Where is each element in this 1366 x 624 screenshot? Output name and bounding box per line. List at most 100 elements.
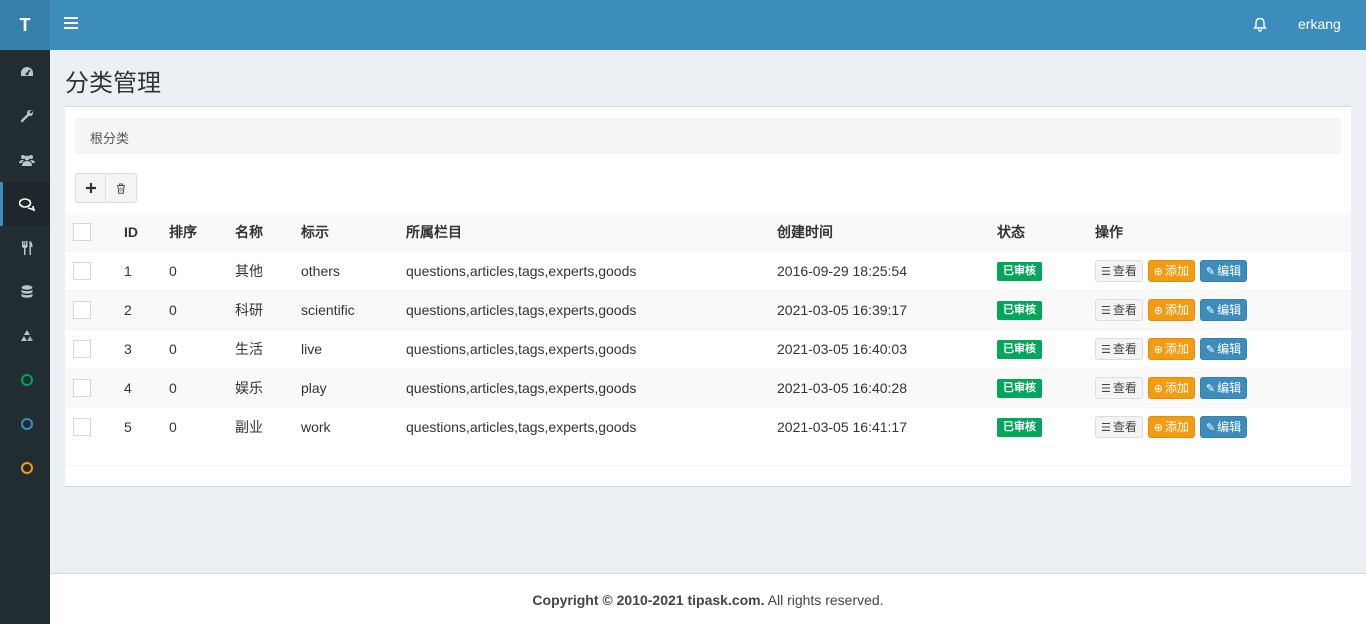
row-status-cell: 已审核	[997, 328, 1095, 368]
header-id: ID	[124, 213, 169, 251]
edit-icon: ✎	[1205, 343, 1216, 356]
view-button[interactable]: ☰ 查看	[1095, 415, 1143, 438]
header-status: 状态	[997, 213, 1095, 251]
top-navbar: erkang	[50, 0, 1366, 50]
view-button[interactable]: ☰ 查看	[1095, 376, 1143, 399]
footer-copyright: Copyright © 2010-2021 tipask.com.	[532, 592, 765, 608]
users-icon	[18, 155, 35, 166]
edit-button[interactable]: ✎ 编辑	[1199, 415, 1248, 438]
wrench-icon	[20, 110, 33, 123]
row-status-cell: 已审核	[997, 406, 1095, 446]
row-actions: ☰ 查看 ⊕ 添加 ✎ 编辑	[1095, 406, 1351, 446]
row-checkbox[interactable]	[73, 417, 91, 436]
select-all-checkbox[interactable]	[73, 222, 91, 241]
list-icon: ☰	[1101, 382, 1111, 395]
sidebar-item-settings[interactable]	[0, 94, 50, 138]
cutlery-icon	[21, 241, 32, 255]
edit-icon: ✎	[1205, 421, 1216, 434]
add-button[interactable]	[75, 173, 106, 203]
sidebar: T	[0, 0, 50, 624]
box-footer	[65, 465, 1351, 466]
row-select-cell	[65, 406, 124, 446]
list-icon: ☰	[1101, 304, 1111, 317]
table-row: 1 0 其他 others questions,articles,tags,ex…	[65, 250, 1351, 290]
add-child-button[interactable]: ⊕ 添加	[1147, 415, 1196, 438]
row-sort: 0	[169, 289, 235, 329]
row-id: 3	[124, 328, 169, 368]
list-icon: ☰	[1101, 343, 1111, 356]
circle-blue-icon	[20, 418, 33, 430]
view-button[interactable]: ☰ 查看	[1095, 298, 1143, 321]
sidebar-item-recycle[interactable]	[0, 314, 50, 358]
add-child-button[interactable]: ⊕ 添加	[1147, 337, 1196, 360]
row-checkbox[interactable]	[73, 339, 91, 358]
row-created: 2021-03-05 16:39:17	[777, 289, 997, 329]
edit-button[interactable]: ✎ 编辑	[1199, 337, 1248, 360]
row-sort: 0	[169, 367, 235, 407]
sidebar-item-comments[interactable]	[0, 182, 50, 226]
view-button[interactable]: ☰ 查看	[1095, 259, 1143, 282]
breadcrumb-root[interactable]: 根分类	[90, 131, 129, 146]
database-icon	[21, 285, 32, 298]
row-checkbox[interactable]	[73, 261, 91, 280]
add-child-button[interactable]: ⊕ 添加	[1147, 259, 1196, 282]
edit-button[interactable]: ✎ 编辑	[1199, 376, 1248, 399]
row-slug: scientific	[301, 289, 406, 329]
row-section: questions,articles,tags,experts,goods	[406, 406, 777, 446]
category-box: 根分类 ID 排序 名称 标示 所属栏目 创建时间 状态 操作 1 0 其他 o…	[65, 106, 1351, 487]
comments-icon	[18, 197, 35, 211]
header-name: 名称	[235, 213, 301, 251]
edit-label: 编辑	[1217, 380, 1242, 395]
row-actions: ☰ 查看 ⊕ 添加 ✎ 编辑	[1095, 289, 1351, 329]
view-label: 查看	[1112, 341, 1137, 356]
list-icon: ☰	[1101, 265, 1111, 278]
sidebar-item-food[interactable]	[0, 226, 50, 270]
sidebar-item-database[interactable]	[0, 270, 50, 314]
row-select-cell	[65, 250, 124, 290]
header-select-all	[65, 213, 124, 251]
row-section: questions,articles,tags,experts,goods	[406, 289, 777, 329]
row-name: 娱乐	[235, 367, 301, 407]
add-label: 添加	[1165, 302, 1190, 317]
plus-icon	[85, 183, 96, 193]
table-header-row: ID 排序 名称 标示 所属栏目 创建时间 状态 操作	[65, 213, 1351, 251]
status-badge: 已审核	[997, 339, 1042, 359]
breadcrumb: 根分类	[75, 118, 1341, 154]
row-sort: 0	[169, 250, 235, 290]
sidebar-item-circle-blue[interactable]	[0, 402, 50, 446]
row-status-cell: 已审核	[997, 289, 1095, 329]
notifications-button[interactable]	[1253, 17, 1267, 35]
bell-icon	[1253, 17, 1267, 32]
sidebar-item-users[interactable]	[0, 138, 50, 182]
row-checkbox[interactable]	[73, 378, 91, 397]
row-created: 2021-03-05 16:40:03	[777, 328, 997, 368]
category-table: ID 排序 名称 标示 所属栏目 创建时间 状态 操作 1 0 其他 other…	[65, 213, 1351, 446]
row-checkbox[interactable]	[73, 300, 91, 319]
sidebar-item-dashboard[interactable]	[0, 50, 50, 94]
row-name: 副业	[235, 406, 301, 446]
row-id: 2	[124, 289, 169, 329]
delete-button[interactable]	[106, 173, 137, 203]
logo[interactable]: T	[0, 0, 50, 50]
menu-toggle-button[interactable]	[64, 17, 78, 32]
edit-button[interactable]: ✎ 编辑	[1199, 298, 1248, 321]
view-button[interactable]: ☰ 查看	[1095, 337, 1143, 360]
row-section: questions,articles,tags,experts,goods	[406, 367, 777, 407]
row-section: questions,articles,tags,experts,goods	[406, 328, 777, 368]
add-child-button[interactable]: ⊕ 添加	[1147, 376, 1196, 399]
edit-label: 编辑	[1217, 341, 1242, 356]
user-menu[interactable]: erkang	[1298, 16, 1341, 32]
row-id: 5	[124, 406, 169, 446]
row-created: 2021-03-05 16:40:28	[777, 367, 997, 407]
plus-circle-icon: ⊕	[1153, 343, 1163, 356]
add-child-button[interactable]: ⊕ 添加	[1147, 298, 1196, 321]
sidebar-item-circle-orange[interactable]	[0, 446, 50, 490]
sidebar-item-circle-green[interactable]	[0, 358, 50, 402]
edit-button[interactable]: ✎ 编辑	[1199, 259, 1248, 282]
header-sort: 排序	[169, 213, 235, 251]
footer-rights: All rights reserved.	[764, 592, 884, 608]
header-section: 所属栏目	[406, 213, 777, 251]
recycle-icon	[20, 330, 33, 341]
row-slug: play	[301, 367, 406, 407]
row-status-cell: 已审核	[997, 250, 1095, 290]
